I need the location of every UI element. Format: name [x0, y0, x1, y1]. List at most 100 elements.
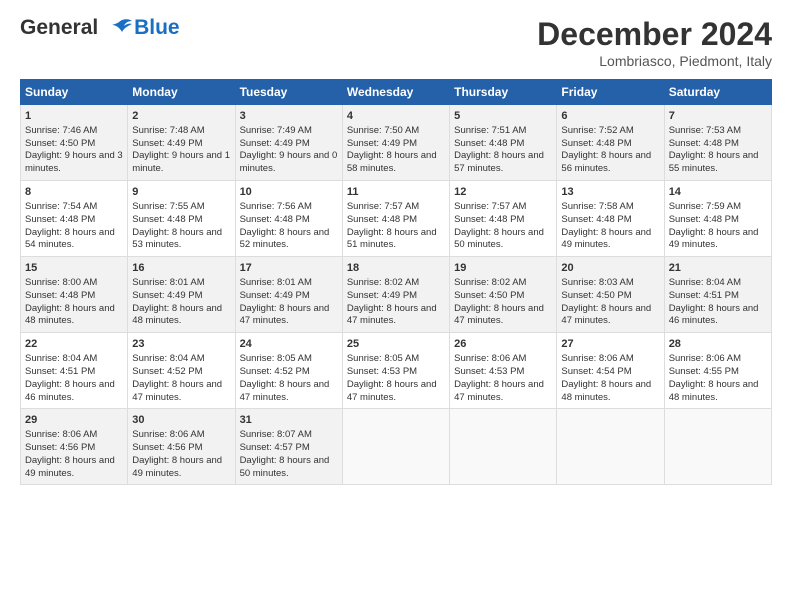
week-row-4: 22Sunrise: 8:04 AMSunset: 4:51 PMDayligh…	[21, 333, 772, 409]
daylight-text: Daylight: 8 hours and 47 minutes.	[561, 303, 651, 327]
header-friday: Friday	[557, 80, 664, 105]
sunset-text: Sunset: 4:50 PM	[454, 290, 524, 301]
cell-w5-d2: 31Sunrise: 8:07 AMSunset: 4:57 PMDayligh…	[235, 409, 342, 485]
cell-w5-d3	[342, 409, 449, 485]
sunset-text: Sunset: 4:49 PM	[347, 138, 417, 149]
sunset-text: Sunset: 4:52 PM	[240, 366, 310, 377]
sunset-text: Sunset: 4:48 PM	[669, 138, 739, 149]
daylight-text: Daylight: 8 hours and 49 minutes.	[25, 455, 115, 479]
cell-w2-d4: 12Sunrise: 7:57 AMSunset: 4:48 PMDayligh…	[450, 181, 557, 257]
sunset-text: Sunset: 4:50 PM	[25, 138, 95, 149]
day-number: 8	[25, 185, 123, 200]
cell-w5-d6	[664, 409, 771, 485]
logo-bird-icon	[106, 18, 132, 40]
calendar-table: Sunday Monday Tuesday Wednesday Thursday…	[20, 79, 772, 485]
cell-w4-d3: 25Sunrise: 8:05 AMSunset: 4:53 PMDayligh…	[342, 333, 449, 409]
sunset-text: Sunset: 4:57 PM	[240, 442, 310, 453]
cell-w1-d2: 3Sunrise: 7:49 AMSunset: 4:49 PMDaylight…	[235, 105, 342, 181]
day-number: 9	[132, 185, 230, 200]
sunrise-text: Sunrise: 8:06 AM	[669, 353, 741, 364]
cell-w3-d4: 19Sunrise: 8:02 AMSunset: 4:50 PMDayligh…	[450, 257, 557, 333]
daylight-text: Daylight: 8 hours and 58 minutes.	[347, 150, 437, 174]
sunrise-text: Sunrise: 7:55 AM	[132, 201, 204, 212]
sunrise-text: Sunrise: 7:46 AM	[25, 125, 97, 136]
sunrise-text: Sunrise: 8:03 AM	[561, 277, 633, 288]
daylight-text: Daylight: 9 hours and 1 minute.	[132, 150, 230, 174]
day-number: 7	[669, 109, 767, 124]
sunrise-text: Sunrise: 8:07 AM	[240, 429, 312, 440]
day-number: 12	[454, 185, 552, 200]
day-number: 28	[669, 337, 767, 352]
daylight-text: Daylight: 8 hours and 57 minutes.	[454, 150, 544, 174]
cell-w1-d3: 4Sunrise: 7:50 AM Sunset: 4:49 PMDaylight…	[342, 105, 449, 181]
sunset-text: Sunset: 4:48 PM	[561, 138, 631, 149]
daylight-text: Daylight: 8 hours and 48 minutes.	[25, 303, 115, 327]
header-thursday: Thursday	[450, 80, 557, 105]
sunrise-text: Sunrise: 7:59 AM	[669, 201, 741, 212]
day-number: 17	[240, 261, 338, 276]
sunrise-text: Sunrise: 7:58 AM	[561, 201, 633, 212]
cell-w2-d6: 14Sunrise: 7:59 AMSunset: 4:48 PMDayligh…	[664, 181, 771, 257]
sunrise-text: Sunrise: 7:54 AM	[25, 201, 97, 212]
daylight-text: Daylight: 8 hours and 48 minutes.	[561, 379, 651, 403]
day-number: 27	[561, 337, 659, 352]
cell-w1-d6: 7Sunrise: 7:53 AMSunset: 4:48 PMDaylight…	[664, 105, 771, 181]
sunrise-text: Sunrise: 8:00 AM	[25, 277, 97, 288]
cell-w5-d4	[450, 409, 557, 485]
cell-w4-d4: 26Sunrise: 8:06 AMSunset: 4:53 PMDayligh…	[450, 333, 557, 409]
cell-w5-d1: 30Sunrise: 8:06 AMSunset: 4:56 PMDayligh…	[128, 409, 235, 485]
calendar-header: Sunday Monday Tuesday Wednesday Thursday…	[21, 80, 772, 105]
day-number: 21	[669, 261, 767, 276]
month-title: December 2024	[537, 16, 772, 53]
sunset-text: Sunset: 4:50 PM	[561, 290, 631, 301]
day-number: 26	[454, 337, 552, 352]
cell-w1-d1: 2Sunrise: 7:48 AMSunset: 4:49 PMDaylight…	[128, 105, 235, 181]
sunset-text: Sunset: 4:48 PM	[25, 290, 95, 301]
cell-w5-d0: 29Sunrise: 8:06 AMSunset: 4:56 PMDayligh…	[21, 409, 128, 485]
day-number: 24	[240, 337, 338, 352]
sunset-text: Sunset: 4:49 PM	[132, 138, 202, 149]
day-number: 15	[25, 261, 123, 276]
cell-w3-d6: 21Sunrise: 8:04 AMSunset: 4:51 PMDayligh…	[664, 257, 771, 333]
sunrise-text: Sunrise: 8:04 AM	[132, 353, 204, 364]
day-number: 23	[132, 337, 230, 352]
week-row-3: 15Sunrise: 8:00 AM Sunset: 4:48 PM Dayligh…	[21, 257, 772, 333]
sunset-text: Sunset: 4:56 PM	[132, 442, 202, 453]
daylight-text: Daylight: 8 hours and 50 minutes.	[454, 227, 544, 251]
sunset-text: Sunset: 4:48 PM	[669, 214, 739, 225]
sunrise-text: Sunrise: 8:04 AM	[669, 277, 741, 288]
sunrise-text: Sunrise: 8:02 AM	[454, 277, 526, 288]
sunset-text: Sunset: 4:52 PM	[132, 366, 202, 377]
daylight-text: Daylight: 8 hours and 46 minutes.	[25, 379, 115, 403]
cell-w3-d3: 18Sunrise: 8:02 AMSunset: 4:49 PMDayligh…	[342, 257, 449, 333]
cell-w5-d5	[557, 409, 664, 485]
day-number: 6	[561, 109, 659, 124]
cell-w3-d2: 17Sunrise: 8:01 AMSunset: 4:49 PMDayligh…	[235, 257, 342, 333]
sunrise-text: Sunrise: 7:50 AM	[347, 125, 419, 136]
daylight-text: Daylight: 8 hours and 47 minutes.	[454, 303, 544, 327]
calendar-page: General Blue December 2024 Lombriasco, P…	[0, 0, 792, 612]
header-tuesday: Tuesday	[235, 80, 342, 105]
sunrise-text: Sunrise: 8:06 AM	[561, 353, 633, 364]
sunrise-text: Sunrise: 8:06 AM	[454, 353, 526, 364]
sunset-text: Sunset: 4:48 PM	[454, 138, 524, 149]
sunset-text: Sunset: 4:54 PM	[561, 366, 631, 377]
day-number: 14	[669, 185, 767, 200]
sunrise-text: Sunrise: 8:05 AM	[240, 353, 312, 364]
cell-w2-d1: 9Sunrise: 7:55 AMSunset: 4:48 PMDaylight…	[128, 181, 235, 257]
day-number: 10	[240, 185, 338, 200]
day-number: 25	[347, 337, 445, 352]
daylight-text: Daylight: 8 hours and 49 minutes.	[561, 227, 651, 251]
sunrise-text: Sunrise: 8:01 AM	[240, 277, 312, 288]
day-number: 4	[347, 109, 445, 124]
calendar-body: 1Sunrise: 7:46 AMSunset: 4:50 PMDaylight…	[21, 105, 772, 485]
day-number: 30	[132, 413, 230, 428]
sunrise-text: Sunrise: 8:05 AM	[347, 353, 419, 364]
daylight-text: Daylight: 8 hours and 47 minutes.	[240, 379, 330, 403]
sunset-text: Sunset: 4:49 PM	[240, 290, 310, 301]
sunset-text: Sunset: 4:48 PM	[347, 214, 417, 225]
sunset-text: Sunset: 4:48 PM	[561, 214, 631, 225]
sunrise-text: Sunrise: 7:57 AM	[347, 201, 419, 212]
sunrise-text: Sunrise: 7:49 AM	[240, 125, 312, 136]
daylight-text: Daylight: 8 hours and 56 minutes.	[561, 150, 651, 174]
